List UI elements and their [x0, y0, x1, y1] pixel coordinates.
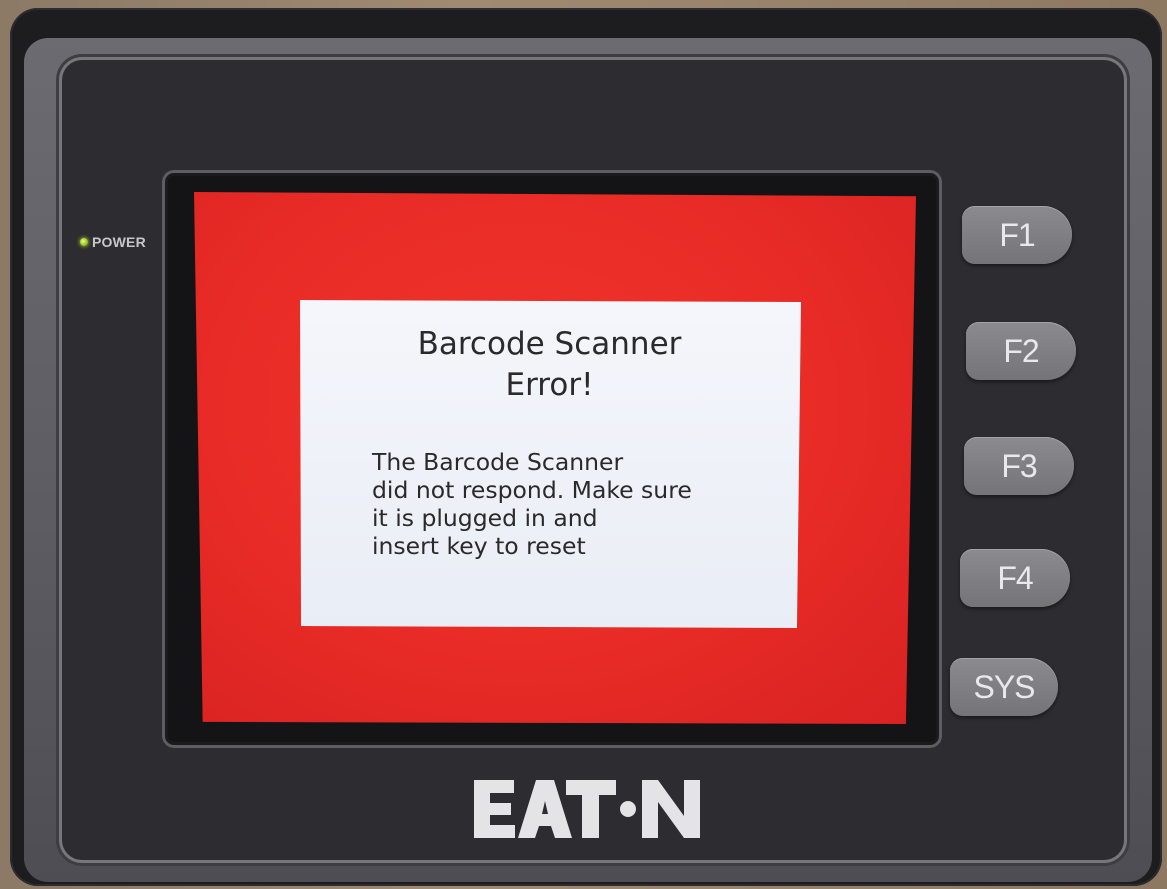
- f3-key[interactable]: F3: [964, 437, 1074, 495]
- power-led-icon: [80, 238, 88, 246]
- error-dialog[interactable]: Barcode Scanner Error! The Barcode Scann…: [300, 300, 801, 628]
- dialog-title: Barcode Scanner Error!: [417, 326, 682, 403]
- power-indicator: POWER: [80, 234, 146, 250]
- eaton-logo: [474, 780, 700, 838]
- f1-key[interactable]: F1: [962, 206, 1072, 264]
- sys-key[interactable]: SYS: [950, 658, 1058, 716]
- power-label: POWER: [92, 234, 146, 250]
- f2-key[interactable]: F2: [966, 322, 1076, 380]
- f4-key[interactable]: F4: [960, 549, 1070, 607]
- dialog-message: The Barcode Scanner did not respond. Mak…: [372, 448, 692, 560]
